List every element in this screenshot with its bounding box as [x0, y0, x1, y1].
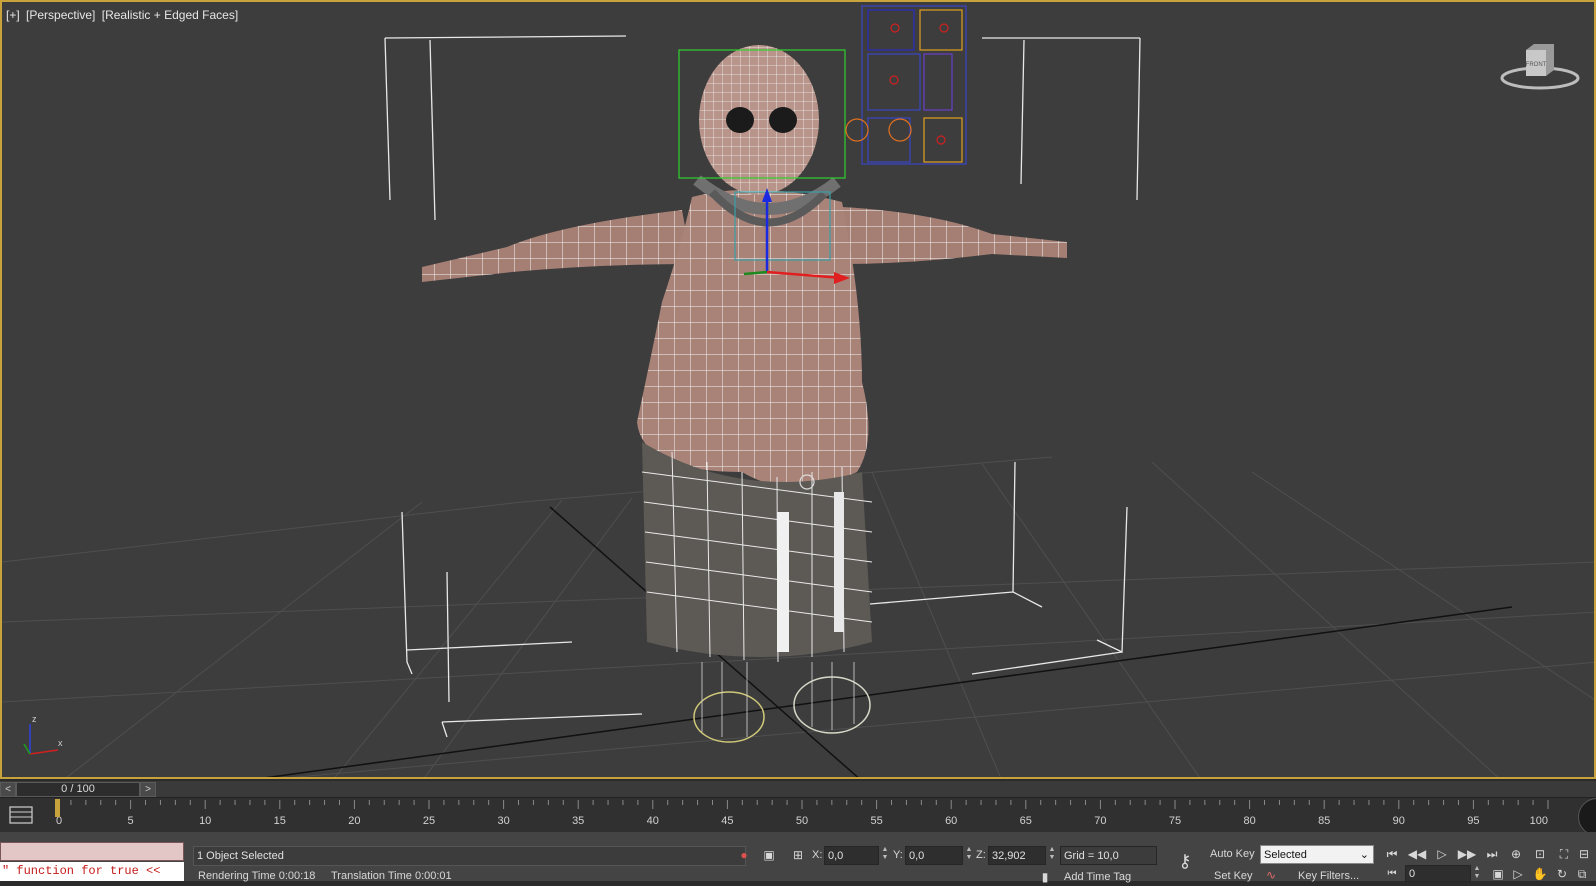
current-frame-field[interactable]: 0: [1405, 865, 1471, 882]
rendering-time: Rendering Time 0:00:18: [198, 870, 316, 882]
x-coordinate-label: X:: [812, 849, 823, 861]
zoom-icon[interactable]: ⊕: [1504, 844, 1528, 864]
maxscript-listener[interactable]: " function for true <<: [0, 842, 184, 881]
walkthrough-icon[interactable]: ▷: [1506, 864, 1530, 884]
maximize-viewport-icon[interactable]: ⊟: [1572, 844, 1596, 864]
z-coordinate-field[interactable]: 32,902: [988, 846, 1046, 865]
maxscript-output: " function for true <<: [0, 862, 184, 881]
world-axis-lines: [265, 506, 1513, 777]
track-tick-label: 30: [497, 815, 509, 827]
character-model[interactable]: [422, 45, 1067, 743]
previous-key-icon[interactable]: ◀◀: [1405, 844, 1429, 864]
previous-frame-button[interactable]: <: [0, 782, 16, 797]
x-coordinate-field[interactable]: 0,0: [824, 846, 879, 865]
selection-set-dropdown[interactable]: Selected ⌄: [1260, 845, 1374, 864]
track-tick-label: 20: [348, 815, 360, 827]
time-slider-thumb[interactable]: 0 / 100: [16, 782, 140, 797]
next-frame-button[interactable]: >: [140, 782, 156, 797]
track-tick-label: 5: [128, 815, 134, 827]
go-to-start-icon[interactable]: ⏮: [1380, 844, 1404, 864]
grid-size: Grid = 10,0: [1060, 846, 1157, 865]
track-tick-label: 100: [1530, 815, 1548, 827]
add-time-tag-button[interactable]: Add Time Tag: [1064, 871, 1131, 883]
maximize-toggle-icon[interactable]: ⧉: [1570, 864, 1594, 884]
track-tick-label: 80: [1243, 815, 1255, 827]
y-spinner[interactable]: ▲ ▼: [965, 846, 973, 864]
track-bar[interactable]: 0 5 10 15 20 25 30 35 40 45 50 55 60 65 70 75 80 85 90 95 10…: [0, 797, 1596, 832]
time-slider[interactable]: < 0 / 100 >: [0, 781, 1596, 797]
axis-z-label: z: [32, 714, 37, 724]
track-tick-label: 65: [1020, 815, 1032, 827]
track-tick-label: 85: [1318, 815, 1330, 827]
track-tick-label: 15: [274, 815, 286, 827]
viewport-general-menu[interactable]: [+]: [6, 8, 20, 22]
auto-key-button[interactable]: Auto Key: [1210, 848, 1255, 860]
y-coordinate-field[interactable]: 0,0: [905, 846, 963, 865]
mini-curve-editor-icon[interactable]: [8, 804, 34, 826]
track-tick-label: 10: [199, 815, 211, 827]
pan-icon[interactable]: ✋: [1528, 864, 1552, 884]
time-tag-icon: ▮: [1041, 870, 1049, 884]
play-icon[interactable]: ▷: [1430, 844, 1454, 864]
next-key-icon[interactable]: ▶▶: [1455, 844, 1479, 864]
axis-x-label: x: [58, 738, 63, 748]
absolute-mode-icon[interactable]: ⊞: [789, 846, 807, 864]
set-key-icon[interactable]: ⚷: [1172, 852, 1198, 870]
track-tick-label: 45: [721, 815, 733, 827]
current-frame-marker[interactable]: [55, 799, 60, 817]
axis-tripod-icon: z x: [23, 714, 63, 755]
selection-status: 1 Object Selected: [193, 846, 746, 866]
isolate-selection-icon[interactable]: ●: [735, 846, 753, 864]
translation-time: Translation Time 0:00:01: [331, 870, 452, 882]
track-tick-label: 25: [423, 815, 435, 827]
track-tick-label: 40: [647, 815, 659, 827]
selection-set-value: Selected: [1264, 849, 1307, 861]
maxscript-input[interactable]: [0, 842, 184, 861]
key-mode-icon[interactable]: ⏮: [1380, 864, 1404, 884]
set-key-button[interactable]: Set Key: [1214, 870, 1253, 882]
viewport-shading-menu[interactable]: [Realistic + Edged Faces]: [102, 8, 238, 22]
viewport-scene[interactable]: [2, 2, 1596, 779]
track-tick-label: 35: [572, 815, 584, 827]
viewport-point-of-view-menu[interactable]: [Perspective]: [26, 8, 95, 22]
viewcube-face-label: FRONT: [1526, 62, 1547, 68]
track-tick-label: 60: [945, 815, 957, 827]
track-tick-label: 50: [796, 815, 808, 827]
x-spinner[interactable]: ▲ ▼: [881, 846, 889, 864]
go-to-end-icon[interactable]: ⏭: [1480, 844, 1504, 864]
track-tick-label: 70: [1094, 815, 1106, 827]
frame-spinner[interactable]: ▲ ▼: [1473, 865, 1481, 883]
track-tick-label: 75: [1169, 815, 1181, 827]
perspective-viewport[interactable]: [+] [Perspective] [Realistic + Edged Fac…: [0, 0, 1596, 779]
y-coordinate-label: Y:: [893, 849, 903, 861]
curve-editor-icon[interactable]: ∿: [1262, 866, 1280, 884]
zoom-extents-icon[interactable]: ⊡: [1528, 844, 1552, 864]
track-tick-label: 90: [1393, 815, 1405, 827]
z-spinner[interactable]: ▲ ▼: [1048, 846, 1056, 864]
track-ruler[interactable]: 0 5 10 15 20 25 30 35 40 45 50 55 60 65 70 75 80 85 90 95 10…: [52, 798, 1552, 832]
track-tick-label: 55: [870, 815, 882, 827]
viewcube[interactable]: FRONT: [1500, 40, 1580, 92]
viewport-label-menu[interactable]: [+] [Perspective] [Realistic + Edged Fac…: [6, 8, 241, 22]
z-coordinate-label: Z:: [976, 849, 986, 861]
key-filters-button[interactable]: Key Filters...: [1298, 870, 1359, 882]
track-tick-label: 95: [1467, 815, 1479, 827]
chevron-down-icon: ⌄: [1359, 849, 1369, 861]
selection-lock-icon[interactable]: ▣: [760, 846, 778, 864]
